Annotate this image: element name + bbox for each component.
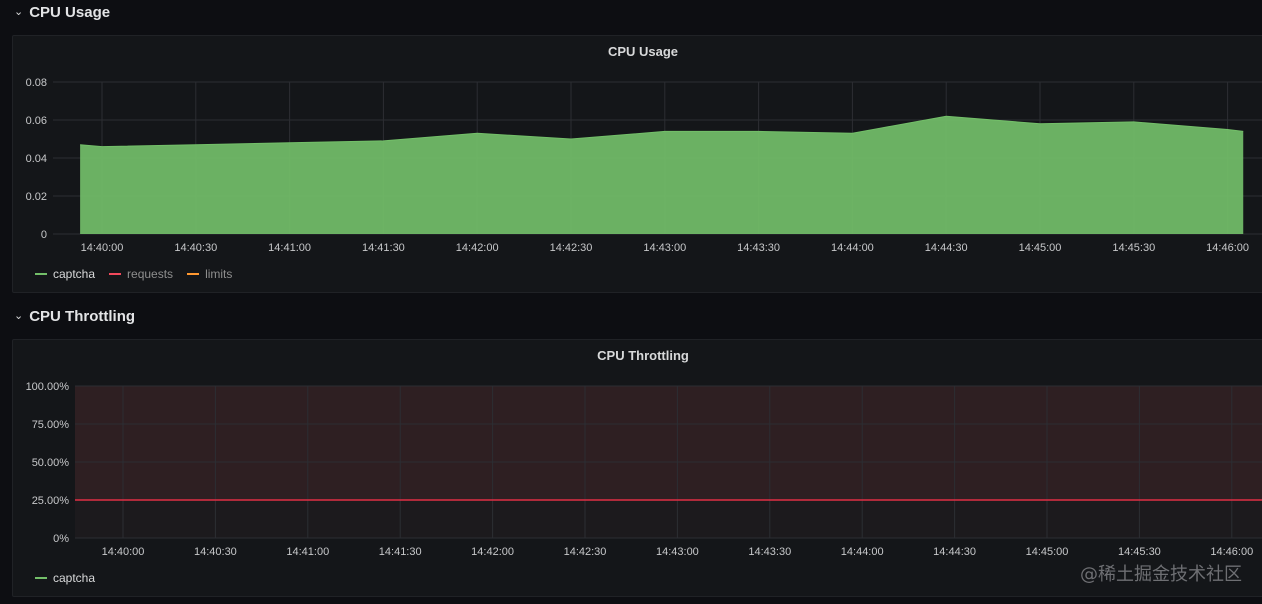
x-tick-label: 14:43:00 xyxy=(643,242,686,254)
x-tick-label: 14:44:00 xyxy=(841,546,884,558)
y-tick-label: 0.06 xyxy=(26,115,47,127)
row-title: CPU Throttling xyxy=(29,307,136,325)
legend: captcha xyxy=(35,571,109,585)
legend-item-captcha[interactable]: captcha xyxy=(35,267,95,281)
x-tick-label: 14:44:30 xyxy=(925,242,968,254)
legend-item-limits[interactable]: limits xyxy=(187,267,232,281)
legend-swatch xyxy=(109,273,122,275)
x-tick-label: 14:44:30 xyxy=(933,546,976,558)
x-tick-label: 14:40:00 xyxy=(102,546,145,558)
legend-swatch xyxy=(187,273,200,275)
row-title: CPU Usage xyxy=(29,3,111,21)
grid xyxy=(75,385,1262,539)
y-tick-label: 25.00% xyxy=(32,495,70,507)
x-tick-label: 14:43:30 xyxy=(748,546,791,558)
series-area-captcha[interactable] xyxy=(80,116,1244,234)
threshold-region xyxy=(75,386,1262,500)
x-tick-label: 14:46:00 xyxy=(1210,546,1253,558)
x-tick-label: 14:42:30 xyxy=(550,242,593,254)
x-tick-label: 14:45:00 xyxy=(1026,546,1069,558)
x-tick-label: 14:40:30 xyxy=(194,546,237,558)
legend-label: limits xyxy=(205,267,233,281)
legend-label: captcha xyxy=(53,571,96,585)
x-tick-label: 14:42:30 xyxy=(564,546,607,558)
x-tick-label: 14:41:00 xyxy=(268,242,311,254)
x-tick-label: 14:43:00 xyxy=(656,546,699,558)
y-tick-label: 50.00% xyxy=(32,457,70,469)
panel-cpu-usage: CPU Usage 0 0.02 0.04 0.06 0.08 14:40:00 14:40… xyxy=(12,35,1262,293)
y-tick-label: 0 xyxy=(41,229,47,241)
row-header-cpu-throttling[interactable]: ⌄ CPU Throttling xyxy=(14,305,135,327)
x-tick-label: 14:41:30 xyxy=(362,242,405,254)
y-tick-label: 75.00% xyxy=(32,419,70,431)
x-tick-label: 14:45:30 xyxy=(1112,242,1155,254)
cpu-usage-chart: 0 0.02 0.04 0.06 0.08 14:40:00 14:40:30 14:41:0… xyxy=(26,77,1262,254)
legend-label: requests xyxy=(127,267,174,281)
x-tick-label: 14:40:30 xyxy=(174,242,217,254)
x-tick-label: 14:41:00 xyxy=(286,546,329,558)
row-header-cpu-usage[interactable]: ⌄ CPU Usage xyxy=(14,1,110,23)
watermark: @稀土掘金技术社区 xyxy=(1080,564,1242,585)
x-tick-label: 14:42:00 xyxy=(456,242,499,254)
legend-label: captcha xyxy=(53,267,96,281)
x-tick-label: 14:45:30 xyxy=(1118,546,1161,558)
y-tick-label: 0.02 xyxy=(26,191,47,203)
x-tick-label: 14:45:00 xyxy=(1019,242,1062,254)
x-tick-label: 14:46:00 xyxy=(1206,242,1249,254)
legend-item-requests[interactable]: requests xyxy=(109,267,173,281)
legend-item-captcha[interactable]: captcha xyxy=(35,571,95,585)
y-tick-label: 0.04 xyxy=(26,153,47,165)
panel-cpu-throttling: CPU Throttling 0% 25.00% 50.00% 75.00% 100.0… xyxy=(12,339,1262,597)
cpu-throttling-chart: 0% 25.00% 50.00% 75.00% 100.00% 14:40:00 14:40… xyxy=(26,381,1262,558)
x-tick-label: 14:40:00 xyxy=(81,242,124,254)
x-tick-label: 14:44:00 xyxy=(831,242,874,254)
x-tick-label: 14:41:30 xyxy=(379,546,422,558)
y-tick-label: 0.08 xyxy=(26,77,47,89)
y-tick-label: 100.00% xyxy=(26,381,70,393)
y-tick-label: 0% xyxy=(53,533,69,545)
legend-swatch xyxy=(35,577,47,579)
chevron-down-icon: ⌄ xyxy=(14,5,24,18)
threshold-region-below xyxy=(75,500,1262,538)
x-tick-label: 14:42:00 xyxy=(471,546,514,558)
x-tick-label: 14:43:30 xyxy=(737,242,780,254)
chevron-down-icon: ⌄ xyxy=(14,309,24,322)
legend: captcha requests limits xyxy=(35,267,246,281)
legend-swatch xyxy=(35,273,47,275)
